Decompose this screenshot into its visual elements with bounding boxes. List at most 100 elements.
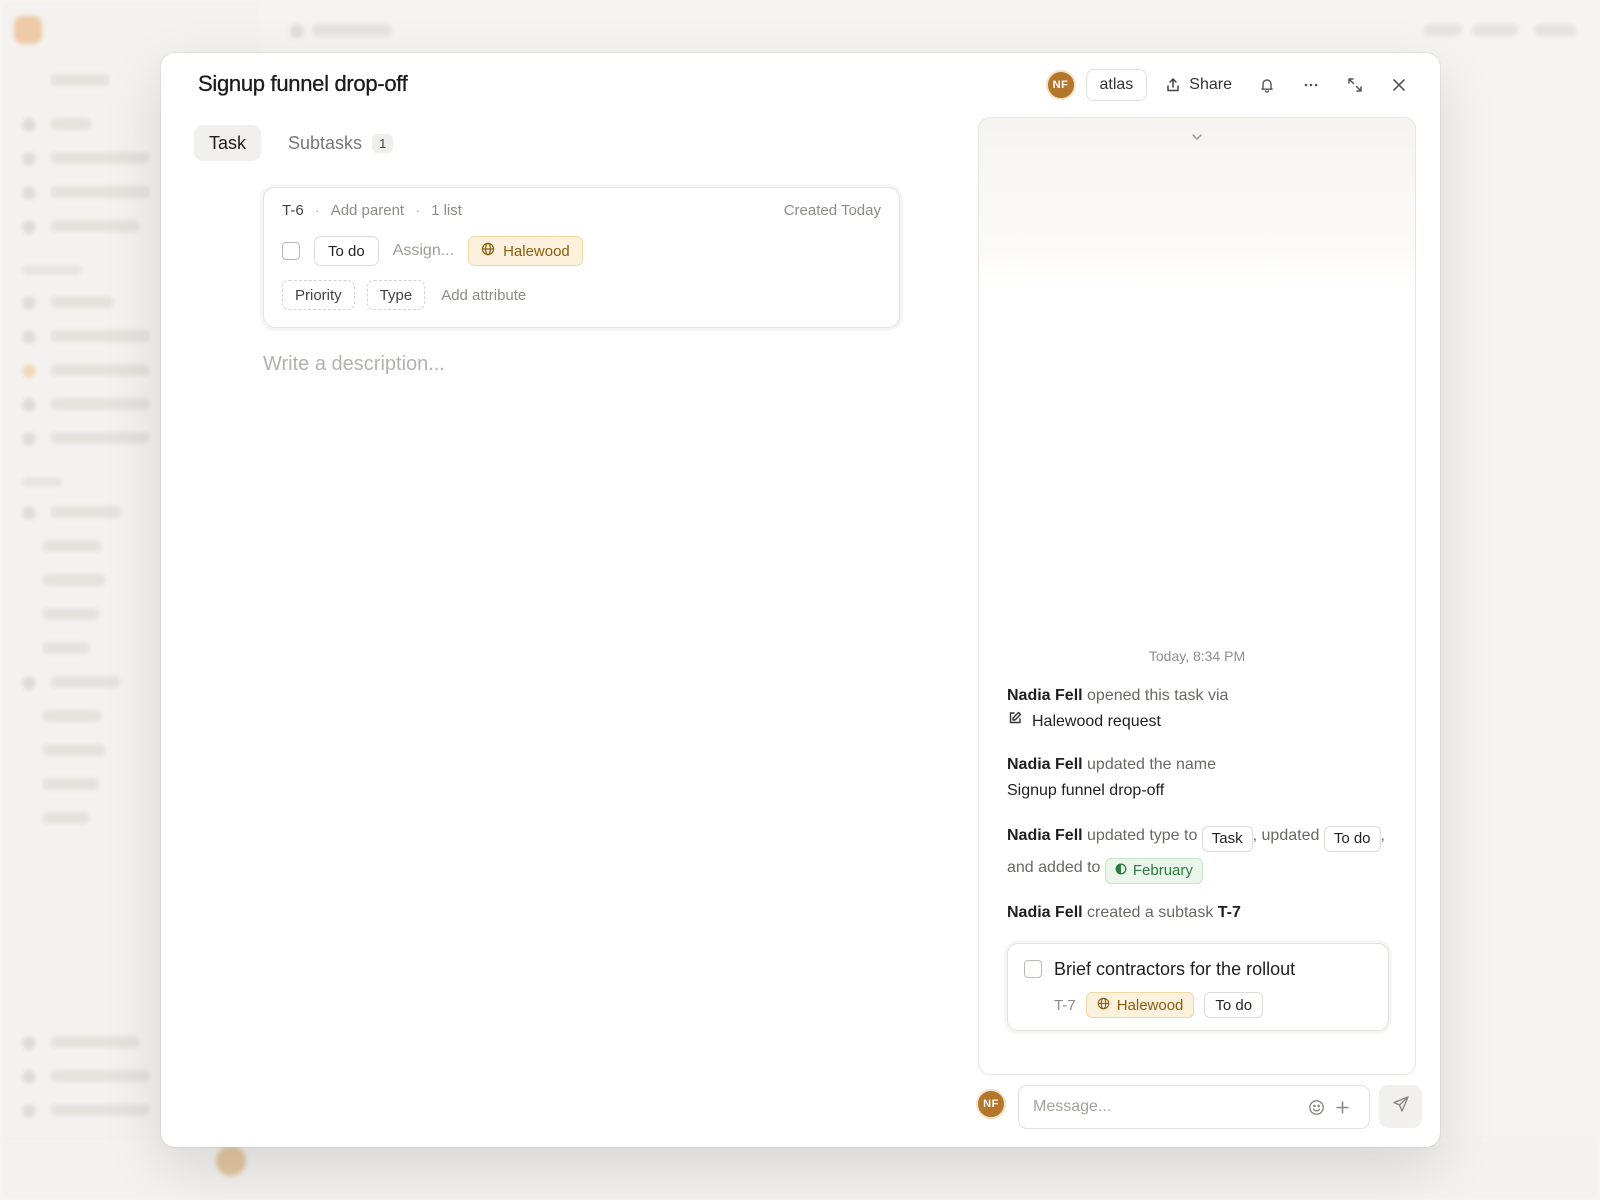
expand-button[interactable] (1338, 69, 1372, 101)
activity-status-chip[interactable]: To do (1323, 825, 1381, 852)
activity-user: Nadia Fell (1007, 687, 1083, 704)
bg-placeholder (22, 1070, 36, 1084)
share-icon (1165, 77, 1181, 93)
bg-placeholder (22, 266, 82, 274)
description-editor[interactable]: Write a description... (263, 353, 445, 376)
task-id[interactable]: T-6 (282, 202, 304, 219)
globe-icon (481, 242, 495, 260)
project-chip-label: Halewood (503, 242, 570, 260)
bg-placeholder (50, 296, 114, 308)
bg-placeholder (50, 364, 150, 376)
plus-icon[interactable] (1329, 1094, 1355, 1120)
close-icon (1391, 77, 1407, 93)
activity-text: created a subtask (1087, 904, 1214, 921)
background-footer (0, 1138, 1600, 1200)
bg-placeholder (42, 608, 100, 620)
bg-placeholder (50, 330, 150, 342)
close-button[interactable] (1382, 69, 1416, 101)
bg-placeholder (42, 744, 106, 756)
subtask-title[interactable]: Brief contractors for the rollout (1054, 959, 1295, 980)
modal-header-actions: NF atlas Share (1045, 69, 1417, 101)
bg-placeholder (50, 398, 150, 410)
send-icon (1392, 1095, 1410, 1118)
bg-placeholder (312, 24, 392, 36)
activity-user: Nadia Fell (1007, 827, 1083, 844)
subtask-meta-row: T-7 Halewood To do (1054, 992, 1264, 1018)
workspace-button[interactable]: atlas (1085, 69, 1148, 101)
add-attribute-button[interactable]: Add attribute (441, 287, 526, 304)
user-avatar[interactable]: NF (1045, 70, 1076, 100)
task-complete-checkbox[interactable] (282, 242, 300, 260)
send-button[interactable] (1379, 1085, 1422, 1128)
notifications-button[interactable] (1250, 69, 1284, 101)
activity-subtask-id[interactable]: T-7 (1218, 904, 1241, 921)
activity-source-link[interactable]: Halewood request (1007, 709, 1389, 735)
activity-timestamp: Today, 8:34 PM (1148, 648, 1246, 664)
bg-placeholder (22, 676, 36, 690)
half-circle-icon (1115, 855, 1127, 887)
bg-placeholder (42, 574, 106, 586)
priority-button[interactable]: Priority (282, 280, 355, 310)
task-title[interactable]: Signup funnel drop-off (198, 71, 408, 97)
bg-placeholder (42, 540, 102, 552)
activity-cycle-chip[interactable]: February (1104, 855, 1203, 887)
status-select[interactable]: To do (314, 236, 379, 266)
subtask-status-chip[interactable]: To do (1204, 992, 1264, 1018)
bg-placeholder (50, 118, 92, 130)
type-button[interactable]: Type (366, 280, 426, 310)
activity-source-label: Halewood request (1032, 713, 1161, 730)
bg-placeholder (50, 432, 150, 444)
bg-placeholder (50, 506, 122, 518)
bg-placeholder (22, 1036, 36, 1050)
share-button[interactable]: Share (1157, 69, 1240, 101)
activity-text: , updated (1252, 827, 1320, 844)
bg-placeholder (42, 710, 102, 722)
bg-placeholder (50, 220, 140, 232)
bg-placeholder (22, 118, 36, 132)
bg-placeholder (50, 1104, 150, 1116)
bg-placeholder (22, 506, 36, 520)
emoji-icon[interactable] (1303, 1094, 1329, 1120)
bg-placeholder (22, 186, 36, 200)
bg-placeholder (50, 1070, 150, 1082)
share-label: Share (1189, 76, 1232, 93)
bg-placeholder (50, 152, 150, 164)
task-status-row: To do Assign... Halewood (282, 236, 583, 266)
activity-item: Nadia Fell opened this task via Halewood… (1007, 683, 1389, 735)
bg-placeholder (42, 778, 100, 790)
project-chip[interactable]: Halewood (468, 236, 583, 266)
activity-item: Nadia Fell created a subtask T-7 (1007, 900, 1389, 926)
subtask-card[interactable]: Brief contractors for the rollout T-7 Ha… (1007, 943, 1389, 1031)
message-input[interactable] (1033, 1098, 1303, 1116)
activity-panel: Today, 8:34 PM Nadia Fell opened this ta… (978, 117, 1416, 1075)
separator-dot: · (314, 202, 320, 219)
activity-user: Nadia Fell (1007, 904, 1083, 921)
lists-button[interactable]: 1 list (431, 202, 462, 219)
activity-new-name: Signup funnel drop-off (1007, 782, 1165, 799)
bg-placeholder (1472, 24, 1518, 36)
chevron-down-icon[interactable] (1190, 130, 1204, 149)
subtask-project-label: Halewood (1116, 996, 1184, 1014)
bg-placeholder (22, 152, 36, 166)
activity-type-chip[interactable]: Task (1201, 825, 1253, 852)
globe-icon (1097, 997, 1110, 1014)
background-logo (14, 16, 42, 44)
subtask-project-chip[interactable]: Halewood (1085, 992, 1195, 1018)
bg-placeholder (290, 24, 304, 38)
bg-placeholder (42, 642, 90, 654)
bg-placeholder (22, 296, 36, 310)
tab-task[interactable]: Task (194, 125, 262, 161)
assignee-select[interactable]: Assign... (393, 242, 454, 260)
task-attributes-row: Priority Type Add attribute (282, 280, 526, 310)
add-parent-button[interactable]: Add parent (331, 202, 404, 219)
more-options-button[interactable] (1294, 69, 1328, 101)
activity-cycle-label: February (1132, 861, 1193, 879)
tab-subtasks[interactable]: Subtasks 1 (273, 125, 408, 161)
expand-icon (1346, 76, 1364, 94)
background-avatar (216, 1146, 246, 1176)
subtask-complete-checkbox[interactable] (1024, 960, 1042, 978)
subtask-id: T-7 (1054, 996, 1076, 1014)
separator-dot: · (415, 202, 421, 219)
bg-placeholder (42, 812, 90, 824)
activity-user: Nadia Fell (1007, 756, 1083, 773)
